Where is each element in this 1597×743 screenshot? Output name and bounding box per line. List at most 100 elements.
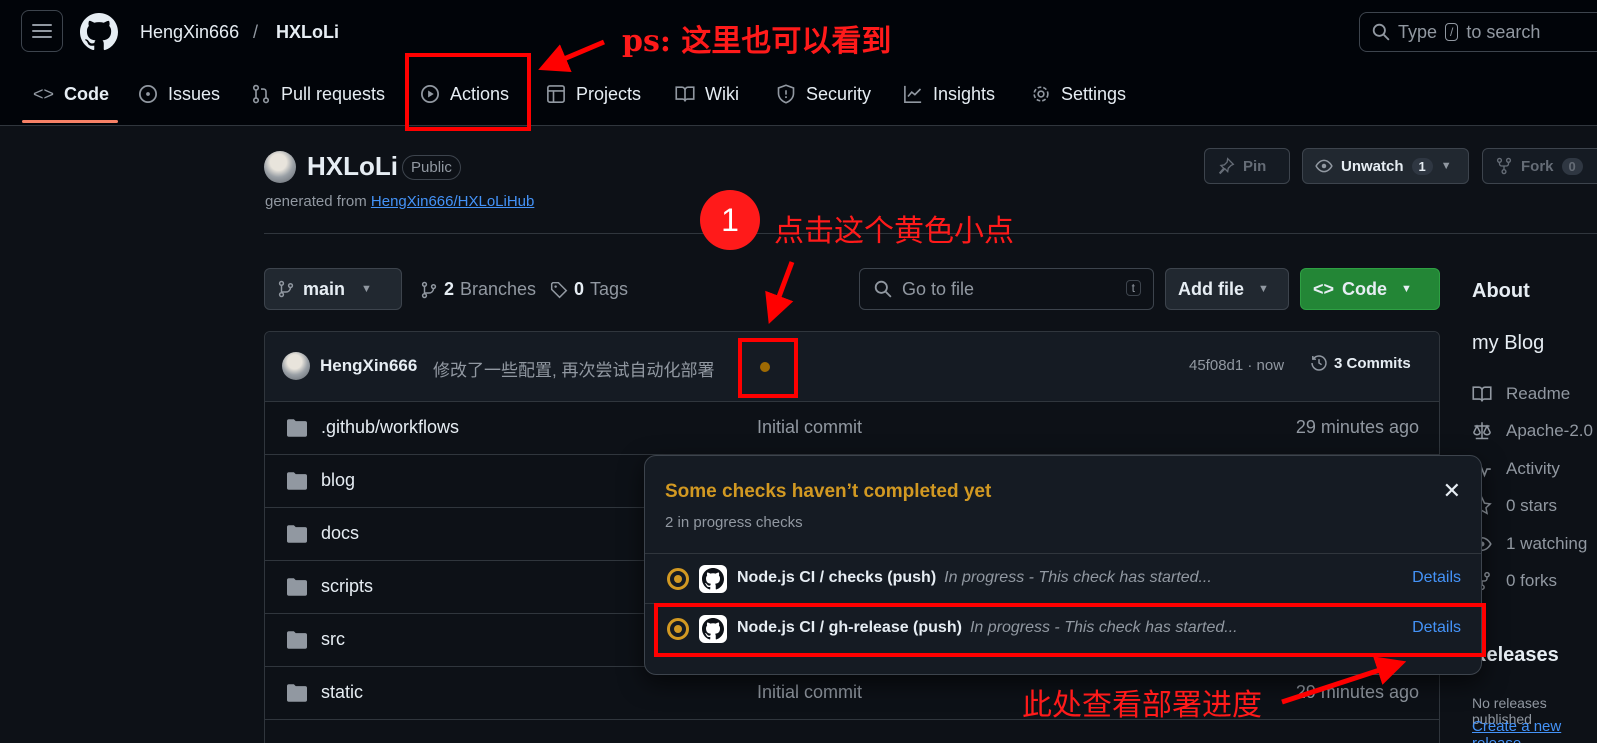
readme-label: Readme: [1506, 384, 1571, 403]
latest-commit-bar: HengXin666 修改了一些配置, 再次尝试自动化部署 45f08d1 · …: [265, 332, 1439, 402]
about-heading: About: [1472, 280, 1530, 302]
breadcrumb-owner[interactable]: HengXin666: [140, 22, 239, 43]
tab-issues[interactable]: Issues: [138, 80, 220, 108]
status-dot-highlight-box: [738, 338, 798, 398]
file-name[interactable]: docs: [321, 523, 359, 544]
watching-label: 1 watching: [1506, 534, 1588, 553]
tab-insights[interactable]: Insights: [903, 80, 995, 108]
stars-link[interactable]: 0 stars: [1472, 496, 1557, 516]
arrow-to-dot: [765, 261, 795, 325]
check-status: In progress - This check has started...: [944, 569, 1212, 586]
tab-label: Code: [64, 83, 110, 104]
checks-popover-header: Some checks haven’t completed yet 2 in p…: [645, 456, 1481, 554]
forks-label: 0 forks: [1506, 571, 1558, 590]
chevron-down-icon: ▼: [1440, 160, 1452, 172]
step-number-badge: 1: [700, 190, 760, 250]
file-name[interactable]: static: [321, 682, 363, 703]
file-name[interactable]: blog: [321, 470, 355, 491]
github-app-icon: [699, 565, 727, 593]
search-prefix: Type: [1398, 21, 1438, 42]
chevron-down-icon: ▼: [1401, 283, 1412, 295]
eye-icon: [1315, 159, 1333, 173]
search-shortcut-key: /: [1445, 23, 1459, 41]
license-link[interactable]: Apache-2.0: [1472, 421, 1593, 441]
chevron-down-icon: ▼: [361, 283, 372, 295]
folder-icon: [287, 419, 307, 437]
folder-icon: [287, 472, 307, 490]
file-name[interactable]: scripts: [321, 576, 373, 597]
avatar[interactable]: [282, 352, 310, 380]
file-commit-message[interactable]: Initial commit: [757, 682, 862, 703]
tab-label: Issues: [168, 83, 221, 104]
tab-code[interactable]: <> Code: [33, 80, 109, 108]
in-progress-icon: [667, 568, 689, 590]
table-row[interactable]: .github/workflows Initial commit 29 minute…: [265, 402, 1439, 455]
forks-link[interactable]: 0 forks: [1472, 571, 1557, 591]
unwatch-button[interactable]: Unwatch 1 ▼: [1302, 148, 1469, 184]
law-icon: [1473, 422, 1491, 440]
commit-hash-time[interactable]: 45f08d1 · now: [1189, 357, 1284, 374]
commits-history-link[interactable]: 3 Commits: [1310, 354, 1411, 372]
watching-link[interactable]: 1 watching: [1472, 534, 1587, 554]
folder-icon: [287, 525, 307, 543]
add-file-button[interactable]: Add file ▼: [1165, 268, 1289, 310]
tab-settings[interactable]: Settings: [1031, 80, 1126, 108]
tab-pull-requests[interactable]: Pull requests: [251, 80, 385, 108]
stars-label: 0 stars: [1506, 496, 1558, 515]
repo-title[interactable]: HXLoLi: [307, 151, 398, 182]
branch-selector[interactable]: main ▼: [264, 268, 402, 310]
tab-label: Wiki: [705, 83, 739, 104]
tag-icon: [550, 281, 568, 298]
repo-description: my Blog: [1472, 332, 1545, 354]
search-suffix: to search: [1466, 21, 1541, 42]
license-label: Apache-2.0: [1506, 421, 1593, 440]
tab-label: Security: [806, 83, 872, 104]
progress-annotation: 此处查看部署进度: [1022, 688, 1262, 723]
code-label: Code: [1342, 278, 1388, 299]
checks-popover-title: Some checks haven’t completed yet: [665, 481, 992, 502]
checks-popover-subtitle: 2 in progress checks: [665, 514, 803, 531]
branch-icon: [278, 280, 294, 298]
details-link[interactable]: Details: [1412, 569, 1461, 587]
pin-button[interactable]: Pin: [1204, 148, 1290, 184]
template-repo-link[interactable]: HengXin666/HXLoLiHub: [371, 193, 534, 210]
branch-icon: [421, 281, 437, 298]
go-to-file-input[interactable]: Go to file t: [859, 268, 1154, 310]
tags-count: 0: [574, 279, 585, 299]
go-to-file-placeholder: Go to file: [902, 278, 975, 299]
book-icon: [1472, 386, 1492, 402]
close-icon[interactable]: ✕: [1443, 478, 1461, 504]
search-icon: [1372, 23, 1390, 41]
click-annotation: 点击这个黄色小点: [774, 214, 1014, 249]
history-icon: [1311, 355, 1327, 371]
unwatch-label: Unwatch: [1341, 157, 1404, 175]
book-icon: [675, 86, 695, 102]
breadcrumb-separator: /: [253, 22, 259, 42]
breadcrumb-repo[interactable]: HXLoLi: [276, 22, 339, 43]
file-name[interactable]: src: [321, 629, 345, 650]
branches-link[interactable]: 2 Branches: [420, 279, 536, 300]
commit-author[interactable]: HengXin666: [320, 356, 417, 376]
branches-count: 2: [444, 279, 455, 299]
file-commit-time: 29 minutes ago: [1295, 682, 1419, 702]
check-row-highlight-box: [654, 603, 1486, 657]
code-button[interactable]: <> Code ▼: [1300, 268, 1440, 310]
file-commit-message[interactable]: Initial commit: [757, 417, 862, 438]
github-logo-icon[interactable]: [80, 13, 118, 51]
file-name[interactable]: .github/workflows: [321, 417, 459, 438]
create-release-link[interactable]: Create a new release: [1472, 718, 1597, 743]
tags-link[interactable]: 0 Tags: [550, 279, 628, 300]
tab-security[interactable]: Security: [776, 80, 871, 108]
readme-link[interactable]: Readme: [1472, 384, 1570, 404]
commit-message[interactable]: 修改了一些配置, 再次尝试自动化部署: [433, 356, 714, 381]
search-icon: [874, 280, 892, 298]
activity-link[interactable]: Activity: [1472, 459, 1560, 479]
fork-button[interactable]: Fork 0: [1482, 148, 1597, 184]
tab-projects[interactable]: Projects: [546, 80, 641, 108]
tab-label: Settings: [1061, 83, 1127, 104]
tab-wiki[interactable]: Wiki: [675, 80, 739, 108]
repo-owner-avatar[interactable]: [264, 151, 296, 183]
branches-label: Branches: [460, 279, 537, 299]
search-input[interactable]: Type / to search: [1359, 12, 1597, 52]
menu-button[interactable]: [21, 10, 63, 52]
